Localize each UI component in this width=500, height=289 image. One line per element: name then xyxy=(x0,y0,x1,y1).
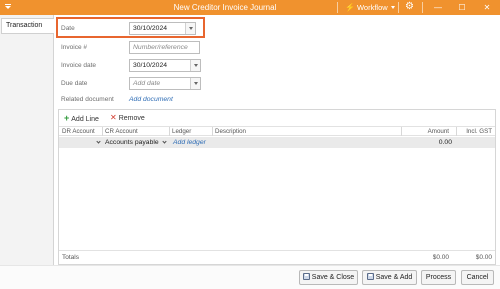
title-divider xyxy=(337,2,338,13)
column-divider xyxy=(169,127,170,136)
column-header-ledger[interactable]: Ledger xyxy=(172,128,191,135)
minimize-icon[interactable]: — xyxy=(428,0,448,15)
invoice-date-field[interactable]: 30/10/2024 xyxy=(129,59,201,72)
due-date-label: Due date xyxy=(61,80,88,87)
grid-header: DR Account CR Account Ledger Description… xyxy=(59,126,495,136)
totals-label: Totals xyxy=(62,254,79,261)
save-add-button[interactable]: Save & Add xyxy=(362,270,417,285)
remove-x-icon: ✕ xyxy=(110,113,117,122)
column-header-dr-account[interactable]: DR Account xyxy=(62,128,95,135)
chevron-down-icon xyxy=(390,6,395,9)
tab-transaction[interactable]: Transaction xyxy=(1,18,54,34)
add-document-link[interactable]: Add document xyxy=(129,96,173,103)
save-close-button[interactable]: Save & Close xyxy=(299,270,358,285)
due-date-field[interactable]: Add date xyxy=(129,77,201,90)
invoice-number-label: Invoice # xyxy=(61,44,88,51)
column-divider xyxy=(102,127,103,136)
chevron-down-icon[interactable] xyxy=(190,78,200,89)
chevron-down-icon[interactable] xyxy=(190,60,200,71)
plus-icon: + xyxy=(64,113,70,123)
add-line-button[interactable]: + Add Line xyxy=(64,113,99,123)
due-date-placeholder: Add date xyxy=(133,80,161,87)
chevron-down-icon[interactable] xyxy=(96,139,101,144)
save-add-label: Save & Add xyxy=(375,274,413,281)
workflow-button[interactable]: ⚡ Workflow xyxy=(345,3,395,12)
column-header-amount[interactable]: Amount xyxy=(428,128,449,135)
title-divider xyxy=(422,2,423,13)
date-value: 30/10/2024 xyxy=(133,25,168,32)
journal-lines-grid: + Add Line ✕ Remove DR Account CR Account … xyxy=(58,109,496,265)
totals-amount: $0.00 xyxy=(432,254,449,261)
remove-button[interactable]: ✕ Remove xyxy=(110,113,145,122)
invoice-number-input[interactable]: Number/reference xyxy=(129,41,200,54)
grid-totals-row: Totals $0.00 $0.00 xyxy=(59,250,495,264)
totals-incl-gst: $0.00 xyxy=(475,254,492,261)
column-divider xyxy=(401,127,402,136)
grid-toolbar: + Add Line ✕ Remove xyxy=(59,110,495,126)
date-field[interactable]: 30/10/2024 xyxy=(129,22,196,35)
column-header-cr-account[interactable]: CR Account xyxy=(105,128,138,135)
workflow-icon: ⚡ xyxy=(345,3,355,12)
window-title: New Creditor Invoice Journal xyxy=(173,3,277,12)
cancel-button[interactable]: Cancel xyxy=(461,270,494,285)
related-document-label: Related document xyxy=(61,96,114,103)
amount-value[interactable]: 0.00 xyxy=(439,139,452,146)
column-header-description[interactable]: Description xyxy=(215,128,246,135)
column-header-incl-gst[interactable]: Incl. GST xyxy=(466,128,492,135)
button-bar: Save & Close Save & Add Process Cancel xyxy=(0,265,500,289)
title-divider xyxy=(398,2,399,13)
title-bar: New Creditor Invoice Journal ⚡ Workflow ⚙… xyxy=(0,0,500,15)
save-icon xyxy=(366,273,374,280)
add-line-label: Add Line xyxy=(71,116,99,123)
maximize-icon[interactable]: ☐ xyxy=(452,0,472,15)
column-divider xyxy=(456,127,457,136)
menu-icon[interactable] xyxy=(3,2,13,13)
gear-icon[interactable]: ⚙ xyxy=(405,1,414,12)
remove-label: Remove xyxy=(118,115,145,122)
save-close-label: Save & Close xyxy=(311,274,355,281)
column-divider xyxy=(212,127,213,136)
chevron-down-icon[interactable] xyxy=(162,139,167,144)
chevron-down-icon[interactable] xyxy=(185,23,195,34)
table-row[interactable]: Accounts payable Add ledger 0.00 xyxy=(59,137,495,148)
invoice-date-label: Invoice date xyxy=(61,62,97,69)
cr-account-value[interactable]: Accounts payable xyxy=(105,139,159,146)
workflow-label: Workflow xyxy=(356,3,388,12)
process-button[interactable]: Process xyxy=(421,270,456,285)
save-icon xyxy=(302,273,310,280)
invoice-date-value: 30/10/2024 xyxy=(133,62,168,69)
tab-strip: Transaction xyxy=(0,15,54,265)
add-ledger-link[interactable]: Add ledger xyxy=(173,139,206,146)
close-icon[interactable]: ✕ xyxy=(477,0,497,15)
date-label: Date xyxy=(61,25,75,32)
